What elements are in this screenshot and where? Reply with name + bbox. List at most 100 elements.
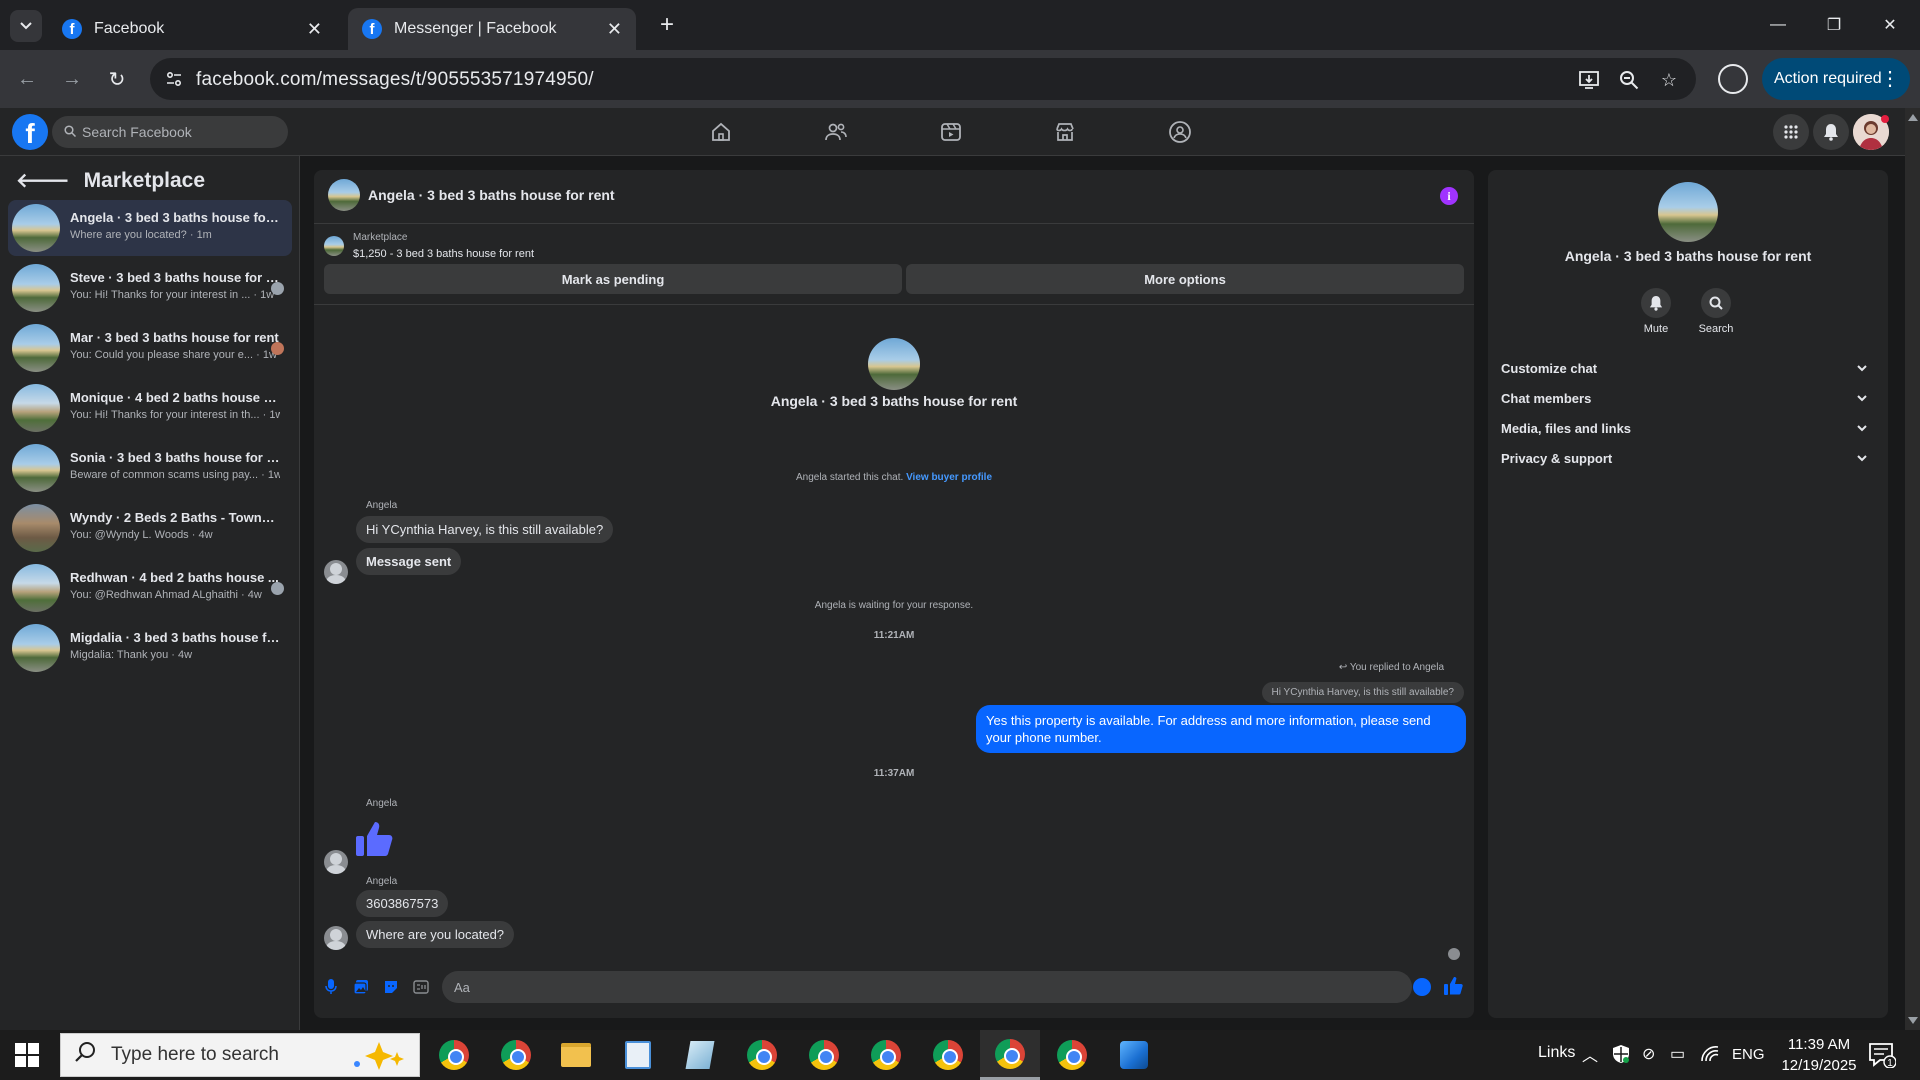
message-input[interactable]: Aa [442, 971, 1412, 1003]
windows-start-icon[interactable] [14, 1042, 40, 1068]
more-vert-icon[interactable]: ⋮ [1880, 66, 1900, 91]
conversation-item[interactable]: Mar · 3 bed 3 baths house for rent You: C… [8, 320, 292, 376]
video-nav-icon[interactable] [937, 120, 965, 144]
battery-icon[interactable]: ▭ [1670, 1044, 1685, 1064]
back-button[interactable]: ← [12, 64, 42, 94]
minimize-button[interactable]: — [1750, 0, 1806, 50]
groups-nav-icon[interactable] [1166, 120, 1194, 144]
conversation-snippet: You: @Redhwan Ahmad ALghaithi · 4w [70, 589, 262, 601]
marketplace-nav-icon[interactable] [1051, 120, 1079, 144]
facebook-logo[interactable]: f [12, 114, 48, 150]
restore-button[interactable]: ❐ [1806, 0, 1862, 50]
mute-button[interactable]: Mute [1626, 288, 1686, 335]
info-section-privacy-support[interactable]: Privacy & support [1501, 443, 1875, 473]
info-icon[interactable]: i [1440, 187, 1458, 205]
mark-as-pending-button[interactable]: Mark as pending [324, 264, 902, 294]
replied-label: ↩ You replied to Angela [1339, 662, 1444, 673]
bookmark-star-icon[interactable]: ☆ [1656, 67, 1682, 93]
conversation-item[interactable]: Monique · 4 bed 2 baths house for... You:… [8, 380, 292, 436]
notifications-bell-icon[interactable] [1813, 114, 1849, 150]
menu-grid-icon[interactable] [1773, 114, 1809, 150]
network-muted-icon[interactable]: ⊘ [1642, 1044, 1655, 1064]
scroll-down-arrow[interactable] [1908, 1017, 1918, 1024]
conversation-name: Steve · 3 bed 3 baths house for r... [70, 270, 280, 285]
info-section-customize-chat[interactable]: Customize chat [1501, 353, 1875, 383]
sender-avatar[interactable] [324, 560, 348, 584]
view-buyer-profile-link[interactable]: View buyer profile [906, 472, 992, 483]
thumbs-up-icon [356, 822, 393, 856]
conversation-item[interactable]: Steve · 3 bed 3 baths house for r... You:… [8, 260, 292, 316]
taskbar-chrome-app-button[interactable] [1042, 1030, 1102, 1080]
taskbar-photos-app-button[interactable] [1104, 1030, 1164, 1080]
wifi-icon[interactable] [1700, 1045, 1720, 1063]
sender-name: Angela [366, 876, 398, 887]
conversation-item[interactable]: Migdalia · 3 bed 3 baths house for... Mig… [8, 620, 292, 676]
profile-icon[interactable] [1718, 64, 1748, 94]
sender-avatar[interactable] [324, 926, 348, 950]
system-clock[interactable]: 11:39 AM 12/19/2025 [1764, 1034, 1874, 1076]
close-tab-icon[interactable]: ✕ [607, 19, 622, 40]
action-required-label: Action required [1774, 70, 1882, 87]
sticker-icon[interactable] [382, 978, 400, 996]
info-section-media-files-and-links[interactable]: Media, files and links [1501, 413, 1875, 443]
microphone-icon[interactable] [322, 978, 340, 996]
friends-nav-icon[interactable] [822, 120, 850, 144]
gif-icon[interactable] [412, 978, 430, 996]
conversation-item[interactable]: Redhwan · 4 bed 2 baths house ... You: @R… [8, 560, 292, 616]
info-section-chat-members[interactable]: Chat members [1501, 383, 1875, 413]
buyer-avatar[interactable] [868, 338, 920, 390]
scroll-up-arrow[interactable] [1908, 114, 1918, 121]
taskbar-search-input[interactable]: Type here to search [60, 1033, 420, 1077]
taskbar-chrome-app-button[interactable] [732, 1030, 792, 1080]
home-nav-icon[interactable] [707, 120, 735, 144]
notification-count: 1 [1887, 1058, 1893, 1068]
photo-icon[interactable] [352, 978, 370, 996]
profile-avatar[interactable] [1658, 182, 1718, 242]
language-indicator[interactable]: ENG [1732, 1046, 1765, 1063]
chat-title[interactable]: Angela · 3 bed 3 baths house for rent [368, 187, 615, 203]
tab-facebook[interactable]: f Facebook ✕ [48, 8, 336, 50]
zoom-icon[interactable] [1616, 67, 1642, 93]
send-like-icon[interactable] [1443, 976, 1463, 996]
defender-shield-icon[interactable] [1612, 1044, 1630, 1064]
conversation-item[interactable]: Wyndy · 2 Beds 2 Baths - Townhou... You: … [8, 500, 292, 556]
taskbar-chrome-app-button[interactable] [856, 1030, 916, 1080]
taskbar-file-explorer-button[interactable] [546, 1030, 606, 1080]
taskbar-chrome-app-button[interactable] [794, 1030, 854, 1080]
close-window-button[interactable]: ✕ [1862, 0, 1918, 50]
page-scrollbar[interactable] [1905, 108, 1920, 1030]
search-in-chat-button[interactable]: Search [1686, 288, 1746, 335]
conversation-avatar [12, 624, 60, 672]
chevron-down-icon [20, 22, 32, 30]
tab-messenger[interactable]: f Messenger | Facebook ✕ [348, 8, 636, 50]
site-info-icon[interactable] [162, 67, 186, 91]
sender-avatar[interactable] [324, 850, 348, 874]
install-app-icon[interactable] [1576, 67, 1602, 93]
address-bar[interactable]: facebook.com/messages/t/905553571974950/… [150, 58, 1696, 100]
forward-button[interactable]: → [57, 64, 87, 94]
taskbar-app-button[interactable] [670, 1030, 730, 1080]
reload-button[interactable]: ↻ [102, 64, 132, 94]
taskbar-notepad-app-button[interactable] [608, 1030, 668, 1080]
conversation-avatar [12, 324, 60, 372]
action-required-button[interactable]: Action required ⋮ [1762, 58, 1910, 100]
links-toolbar[interactable]: Links [1538, 1044, 1575, 1062]
tab-search-dropdown[interactable] [10, 10, 42, 42]
close-tab-icon[interactable]: ✕ [307, 19, 322, 40]
conversation-item[interactable]: Angela · 3 bed 3 baths house for r... Whe… [8, 200, 292, 256]
more-options-button[interactable]: More options [906, 264, 1464, 294]
conversation-item[interactable]: Sonia · 3 bed 3 baths house for rent Bewa… [8, 440, 292, 496]
tray-overflow-icon[interactable]: ︿ [1582, 1042, 1598, 1066]
facebook-search-input[interactable]: Search Facebook [52, 116, 288, 148]
taskbar-chrome-app-button[interactable] [918, 1030, 978, 1080]
new-tab-button[interactable]: + [652, 10, 682, 40]
emoji-icon[interactable] [1413, 978, 1431, 996]
back-arrow-icon[interactable]: 🡐 [16, 168, 70, 193]
taskbar-chrome-app-button[interactable] [980, 1030, 1040, 1080]
taskbar-chrome-app-button[interactable] [486, 1030, 546, 1080]
notification-center-icon[interactable]: 1 [1868, 1042, 1896, 1068]
sender-name: Angela [366, 500, 398, 511]
taskbar-chrome-app-button[interactable] [424, 1030, 484, 1080]
chat-avatar[interactable] [328, 179, 360, 211]
quoted-message[interactable]: Hi YCynthia Harvey, is this still availa… [1261, 682, 1464, 703]
